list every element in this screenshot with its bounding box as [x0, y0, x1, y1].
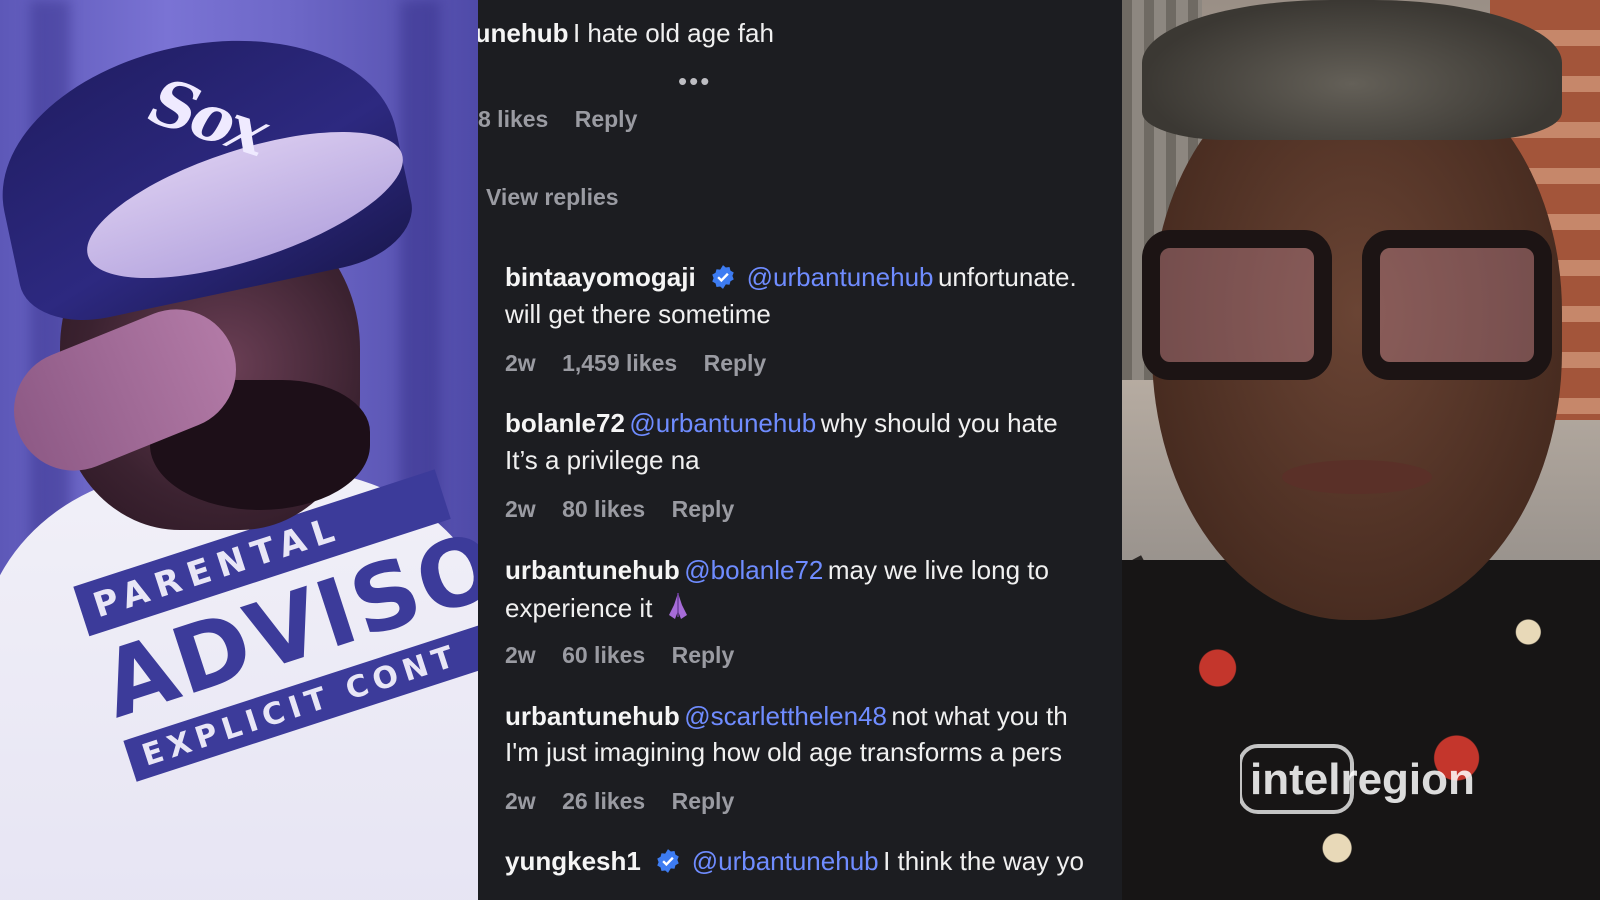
- top-comment: tunehub I hate old age fah: [478, 18, 774, 49]
- comment-mention[interactable]: @urbantunehub: [747, 262, 934, 292]
- comment-line: yungkesh1 @urbantunehub I think the way …: [505, 846, 1084, 877]
- comment-line: bintaayomogaji @urbantunehub unfortunate…: [505, 262, 1077, 293]
- likes-count[interactable]: 60 likes: [562, 642, 645, 668]
- comment-mention[interactable]: @bolanle72: [684, 555, 823, 585]
- comment-text: unfortunate.: [937, 262, 1077, 292]
- comment-meta: 2w 60 likes Reply: [505, 642, 754, 669]
- verified-badge-icon: [657, 849, 680, 873]
- top-comment-meta: 8 likes Reply: [478, 106, 657, 133]
- verified-badge-icon: [712, 265, 734, 289]
- comment-text: I hate old age fah: [572, 18, 774, 48]
- watermark-text: intelregion: [1250, 755, 1475, 804]
- comment-username[interactable]: urbantunehub: [505, 555, 680, 585]
- intelregion-watermark-logo: intelregion: [1240, 744, 1475, 814]
- reply-button[interactable]: Reply: [575, 106, 638, 132]
- reply-button[interactable]: Reply: [672, 788, 735, 814]
- comment-line: urbantunehub @scarletthelen48 not what y…: [505, 701, 1068, 732]
- comment-time: 2w: [505, 788, 536, 814]
- comment-meta: 2w 80 likes Reply: [505, 496, 754, 523]
- reply-button[interactable]: Reply: [704, 350, 767, 376]
- comment-mention[interactable]: @urbantunehub: [692, 846, 879, 876]
- likes-count[interactable]: 1,459 likes: [562, 350, 677, 376]
- comment-text: I think the way yo: [883, 846, 1084, 876]
- likes-count[interactable]: 8 likes: [478, 106, 548, 132]
- comment-username[interactable]: bolanle72: [505, 408, 625, 438]
- view-replies-link[interactable]: View replies: [486, 184, 619, 211]
- comment-text: experience it: [505, 593, 653, 623]
- comment-username[interactable]: bintaayomogaji: [505, 262, 696, 292]
- comment-text: will get there sometime: [505, 299, 771, 329]
- comment-time: 2w: [505, 642, 536, 668]
- praying-hands-emoji-icon: [668, 593, 687, 619]
- woman-hair: [1142, 0, 1562, 140]
- comment-text: why should you hate: [820, 408, 1058, 438]
- glasses: [1142, 230, 1562, 390]
- comment-text: may we live long to: [827, 555, 1049, 585]
- comment-meta: 2w 1,459 likes Reply: [505, 350, 786, 377]
- comment-mention[interactable]: @scarletthelen48: [684, 701, 887, 731]
- comment-line: urbantunehub @bolanle72 may we live long…: [505, 555, 1049, 586]
- comment-time: 2w: [505, 496, 536, 522]
- comment-time: 2w: [505, 350, 536, 376]
- comments-panel: tunehub I hate old age fah ••• 8 likes R…: [478, 0, 1122, 900]
- comment-mention[interactable]: @urbantunehub: [629, 408, 816, 438]
- reply-button[interactable]: Reply: [672, 496, 735, 522]
- comment-username[interactable]: yungkesh1: [505, 846, 641, 876]
- likes-count[interactable]: 80 likes: [562, 496, 645, 522]
- woman-mouth: [1282, 460, 1432, 494]
- comment-username[interactable]: urbantunehub: [505, 701, 680, 731]
- comment-line: experience it: [505, 591, 693, 624]
- comment-meta: 2w 26 likes Reply: [505, 788, 754, 815]
- comment-text: not what you th: [891, 701, 1068, 731]
- comment-text: It’s a privilege na: [505, 445, 700, 475]
- comment-username[interactable]: tunehub: [478, 18, 569, 48]
- left-lens: [1142, 230, 1332, 380]
- right-lens: [1362, 230, 1552, 380]
- left-photo-man-in-cap: PARENTAL ADVISORY EXPLICIT CONT Sox: [0, 0, 478, 900]
- likes-count[interactable]: 26 likes: [562, 788, 645, 814]
- more-options-icon[interactable]: •••: [678, 66, 711, 97]
- reply-button[interactable]: Reply: [672, 642, 735, 668]
- comment-line: bolanle72 @urbantunehub why should you h…: [505, 408, 1058, 439]
- comment-text: I'm just imagining how old age transform…: [505, 737, 1062, 767]
